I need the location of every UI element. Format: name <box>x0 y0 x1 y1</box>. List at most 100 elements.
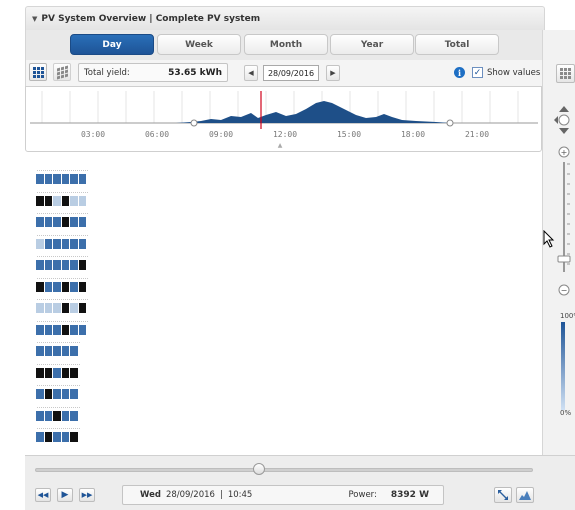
pv-module[interactable] <box>70 367 78 378</box>
pv-string[interactable] <box>36 410 78 421</box>
pv-module[interactable] <box>78 174 86 184</box>
pv-module[interactable] <box>44 303 52 313</box>
pv-module[interactable] <box>70 410 78 421</box>
pv-module[interactable] <box>61 389 69 399</box>
tab-month[interactable]: Month <box>244 34 328 55</box>
pv-module[interactable] <box>53 281 61 292</box>
range-start-handle[interactable] <box>190 119 198 127</box>
pv-module[interactable] <box>53 389 61 399</box>
date-field[interactable]: 28/09/2016 <box>263 65 319 81</box>
pv-module[interactable] <box>61 303 69 313</box>
tab-total[interactable]: Total <box>415 34 499 55</box>
pv-module[interactable] <box>44 174 52 184</box>
pv-module[interactable] <box>61 324 69 335</box>
pv-string[interactable] <box>36 217 86 227</box>
pv-string[interactable] <box>36 281 86 292</box>
pv-module[interactable] <box>53 367 61 378</box>
pv-module[interactable] <box>78 238 86 249</box>
pv-module[interactable] <box>61 346 69 356</box>
pv-module[interactable] <box>53 410 61 421</box>
pv-module[interactable] <box>44 281 52 292</box>
pv-module[interactable] <box>70 324 78 335</box>
module-view-button[interactable] <box>29 63 47 81</box>
show-values-checkbox[interactable]: ✓ <box>472 67 483 78</box>
pv-module[interactable] <box>70 260 78 270</box>
pv-module[interactable] <box>53 195 61 206</box>
pv-module[interactable] <box>36 195 44 206</box>
pv-module[interactable] <box>61 217 69 227</box>
pv-module[interactable] <box>78 217 86 227</box>
play-button[interactable]: ▶ <box>57 488 73 502</box>
pv-module[interactable] <box>36 260 44 270</box>
tab-day[interactable]: Day <box>70 34 154 55</box>
day-timeline-chart[interactable]: 03:00 06:00 09:00 12:00 15:00 18:00 21:00 ▲ <box>25 86 542 152</box>
pv-string[interactable] <box>36 346 78 356</box>
pan-center-icon[interactable] <box>558 114 570 126</box>
pv-module[interactable] <box>78 195 86 206</box>
rewind-button[interactable]: ◀◀ <box>35 488 51 502</box>
pv-module[interactable] <box>70 303 78 313</box>
pan-down-icon[interactable] <box>559 128 569 134</box>
pv-module[interactable] <box>61 367 69 378</box>
pv-string[interactable] <box>36 174 86 184</box>
pv-module[interactable] <box>70 195 78 206</box>
pv-module[interactable] <box>78 324 86 335</box>
pv-module[interactable] <box>53 324 61 335</box>
pv-module[interactable] <box>36 281 44 292</box>
pv-string[interactable] <box>36 260 86 270</box>
pv-string[interactable] <box>36 432 78 442</box>
pv-string[interactable] <box>36 303 86 313</box>
pv-module[interactable] <box>70 238 78 249</box>
pv-module[interactable] <box>44 260 52 270</box>
previous-day-button[interactable]: ◀ <box>244 65 258 81</box>
pv-module[interactable] <box>53 432 61 442</box>
pv-module[interactable] <box>53 217 61 227</box>
grid-view-icon[interactable] <box>556 64 575 83</box>
pv-module[interactable] <box>36 217 44 227</box>
pv-module[interactable] <box>44 389 52 399</box>
panel-header[interactable]: ▼ PV System Overview | Complete PV syste… <box>25 6 545 30</box>
pv-module[interactable] <box>61 281 69 292</box>
expand-arrow-icon[interactable]: ▲ <box>278 142 283 149</box>
pv-module[interactable] <box>78 303 86 313</box>
pv-string[interactable] <box>36 195 86 206</box>
pv-module[interactable] <box>36 432 44 442</box>
pv-module[interactable] <box>61 238 69 249</box>
pv-module[interactable] <box>44 238 52 249</box>
pv-module[interactable] <box>36 367 44 378</box>
pv-module[interactable] <box>36 303 44 313</box>
pv-module[interactable] <box>61 260 69 270</box>
layout-view-button[interactable] <box>53 63 71 81</box>
pv-module[interactable] <box>36 346 44 356</box>
next-day-button[interactable]: ▶ <box>326 65 340 81</box>
time-slider-track[interactable] <box>35 468 533 472</box>
pv-module[interactable] <box>61 195 69 206</box>
pv-module[interactable] <box>70 174 78 184</box>
pv-module[interactable] <box>36 174 44 184</box>
pv-module[interactable] <box>61 410 69 421</box>
pv-string[interactable] <box>36 389 78 399</box>
pv-module[interactable] <box>36 410 44 421</box>
pv-module[interactable] <box>44 367 52 378</box>
pan-up-icon[interactable] <box>559 106 569 112</box>
pv-string[interactable] <box>36 324 86 335</box>
pv-module[interactable] <box>70 281 78 292</box>
fullscreen-button[interactable] <box>494 487 512 503</box>
pv-module[interactable] <box>44 195 52 206</box>
pv-module[interactable] <box>70 389 78 399</box>
pv-module[interactable] <box>36 238 44 249</box>
pv-string[interactable] <box>36 367 78 378</box>
pv-string[interactable] <box>36 238 86 249</box>
info-icon[interactable]: i <box>454 67 465 78</box>
pv-module[interactable] <box>36 389 44 399</box>
pv-module[interactable] <box>61 432 69 442</box>
pv-module[interactable] <box>78 260 86 270</box>
pv-module[interactable] <box>61 174 69 184</box>
fast-forward-button[interactable]: ▶▶ <box>79 488 95 502</box>
pv-module[interactable] <box>53 346 61 356</box>
zoom-thumb[interactable] <box>557 255 571 263</box>
pv-module[interactable] <box>44 410 52 421</box>
pv-module[interactable] <box>70 432 78 442</box>
pan-left-icon[interactable] <box>554 116 558 124</box>
tab-year[interactable]: Year <box>330 34 414 55</box>
